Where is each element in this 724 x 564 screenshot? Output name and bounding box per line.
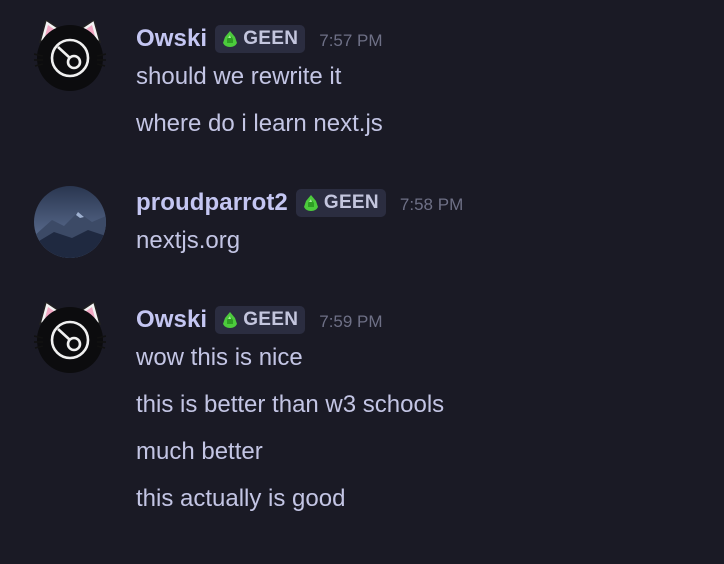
- message-line: this is better than w3 schools: [136, 391, 445, 418]
- message-header: proudparrot2 GEEN 7:58 PM: [136, 188, 463, 218]
- username[interactable]: Owski: [136, 306, 207, 334]
- message-line: nextjs.org: [136, 227, 241, 254]
- mountain-avatar-icon: [34, 186, 106, 258]
- message-line: should we rewrite it: [136, 63, 342, 90]
- tag-text: GEEN: [323, 192, 379, 213]
- timestamp: 7:58 PM: [399, 195, 464, 214]
- message-line: much better: [136, 438, 263, 465]
- message-line: wow this is nice: [136, 344, 303, 371]
- server-tag[interactable]: GEEN: [215, 25, 306, 53]
- green-gem-icon: [301, 193, 321, 213]
- cat-ear-avatar-icon: [34, 302, 106, 373]
- server-tag[interactable]: GEEN: [215, 306, 306, 334]
- avatar[interactable]: [34, 20, 106, 92]
- cat-ear-avatar-icon: [34, 20, 106, 91]
- username[interactable]: proudparrot2: [136, 189, 288, 217]
- message-line: where do i learn next.js: [136, 110, 383, 137]
- avatar[interactable]: [34, 186, 106, 258]
- username[interactable]: Owski: [136, 25, 207, 53]
- timestamp: 7:59 PM: [319, 312, 383, 331]
- message-header: Owski GEEN 7:59 PM: [136, 305, 383, 335]
- tag-text: GEEN: [243, 28, 299, 49]
- green-gem-icon: [220, 310, 240, 330]
- tag-text: GEEN: [243, 309, 299, 330]
- avatar[interactable]: [34, 302, 106, 374]
- message-header: Owski GEEN 7:57 PM: [136, 24, 383, 54]
- server-tag[interactable]: GEEN: [295, 189, 386, 217]
- green-gem-icon: [220, 29, 240, 49]
- timestamp: 7:57 PM: [319, 31, 383, 50]
- message-line: this actually is good: [136, 485, 346, 512]
- chat-messages: Owski GEEN 7:57 PM should we rewrite it …: [0, 0, 724, 564]
